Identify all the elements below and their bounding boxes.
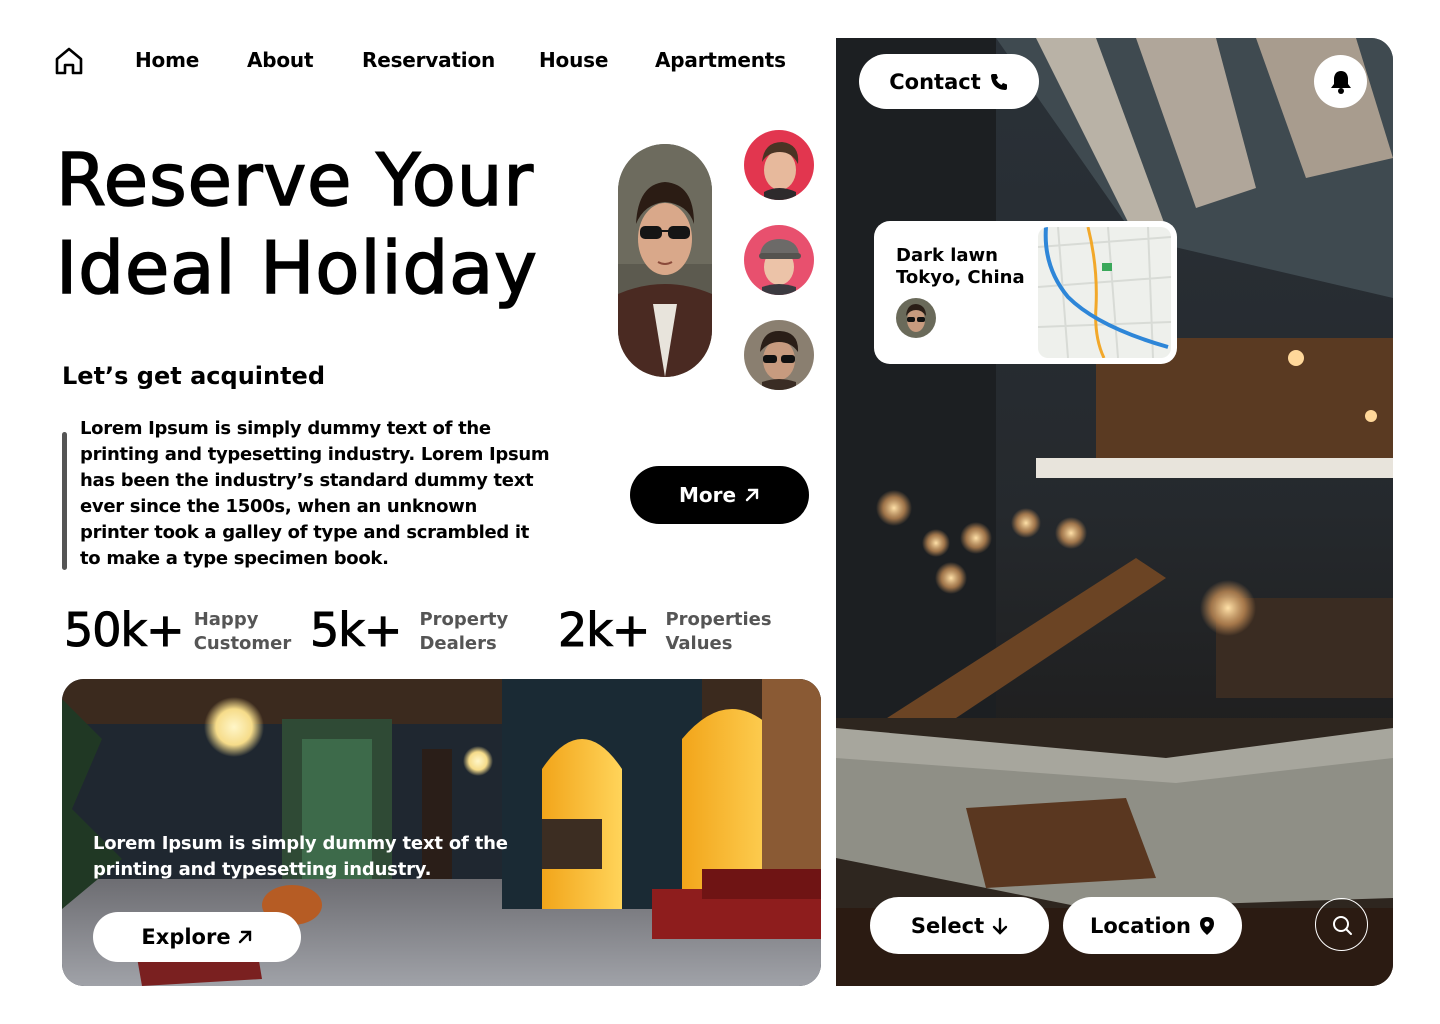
stat-value: 50k+ xyxy=(64,603,186,657)
map-thumbnail[interactable] xyxy=(1038,227,1171,358)
phone-icon xyxy=(990,73,1007,90)
location-title: Dark lawn Tokyo, China xyxy=(896,245,1025,288)
hero-title-line1: Reserve Your xyxy=(55,137,534,223)
arrow-up-right-icon xyxy=(238,930,251,944)
featured-property-panel: Contact Dark lawn Tokyo, China Select Lo… xyxy=(836,38,1393,986)
search-icon xyxy=(1332,915,1352,935)
stat-properties-values: 2k+ Properties Values xyxy=(557,603,772,657)
stat-label: Happy Customer xyxy=(193,609,292,654)
featured-avatar xyxy=(618,144,712,377)
intro-description: Lorem Ipsum is simply dummy text of the … xyxy=(80,418,550,569)
stat-happy-customer: 50k+ Happy Customer xyxy=(64,603,292,657)
stat-property-dealers: 5k+ Property Dealers xyxy=(309,603,509,657)
hero-title: Reserve Your Ideal Holiday xyxy=(55,136,616,312)
more-label: More xyxy=(678,483,737,507)
quote-bar xyxy=(62,432,67,570)
home-icon[interactable] xyxy=(54,46,84,76)
nav-house[interactable]: House xyxy=(539,48,608,72)
contact-label: Contact xyxy=(889,69,981,94)
contact-button[interactable]: Contact xyxy=(859,54,1039,109)
avatar-2 xyxy=(744,225,814,295)
location-button[interactable]: Location xyxy=(1063,897,1242,954)
map-pin-icon xyxy=(1200,916,1215,935)
select-button[interactable]: Select xyxy=(870,897,1049,954)
stat-label: Properties Values xyxy=(665,609,772,654)
bell-icon xyxy=(1330,70,1351,94)
nav-apartments[interactable]: Apartments xyxy=(655,48,786,72)
stat-label: Property Dealers xyxy=(419,609,509,654)
nav-reservation[interactable]: Reservation xyxy=(362,48,495,72)
host-avatar xyxy=(896,298,936,338)
hero-title-line2: Ideal Holiday xyxy=(55,225,538,311)
select-label: Select xyxy=(910,913,985,938)
nav-about[interactable]: About xyxy=(247,48,314,72)
search-button[interactable] xyxy=(1315,898,1368,951)
explore-button[interactable]: Explore xyxy=(93,912,301,962)
stat-value: 2k+ xyxy=(557,603,650,657)
stat-value: 5k+ xyxy=(309,603,402,657)
notification-button[interactable] xyxy=(1314,55,1367,108)
arrow-down-icon xyxy=(992,917,1008,935)
more-button[interactable]: More xyxy=(630,466,809,524)
location-label: Location xyxy=(1089,913,1192,938)
avatar-3 xyxy=(744,320,814,390)
nav-home[interactable]: Home xyxy=(135,48,199,72)
avatar-1 xyxy=(744,130,814,200)
explore-label: Explore xyxy=(141,925,231,949)
promo-text: Lorem Ipsum is simply dummy text of the … xyxy=(93,833,508,880)
promo-card: Lorem Ipsum is simply dummy text of the … xyxy=(62,679,821,986)
interior-background-image xyxy=(836,38,1393,986)
intro-heading: Let’s get acquinted xyxy=(62,362,326,390)
arrow-up-right-icon xyxy=(745,488,759,502)
location-card[interactable]: Dark lawn Tokyo, China xyxy=(874,221,1177,364)
